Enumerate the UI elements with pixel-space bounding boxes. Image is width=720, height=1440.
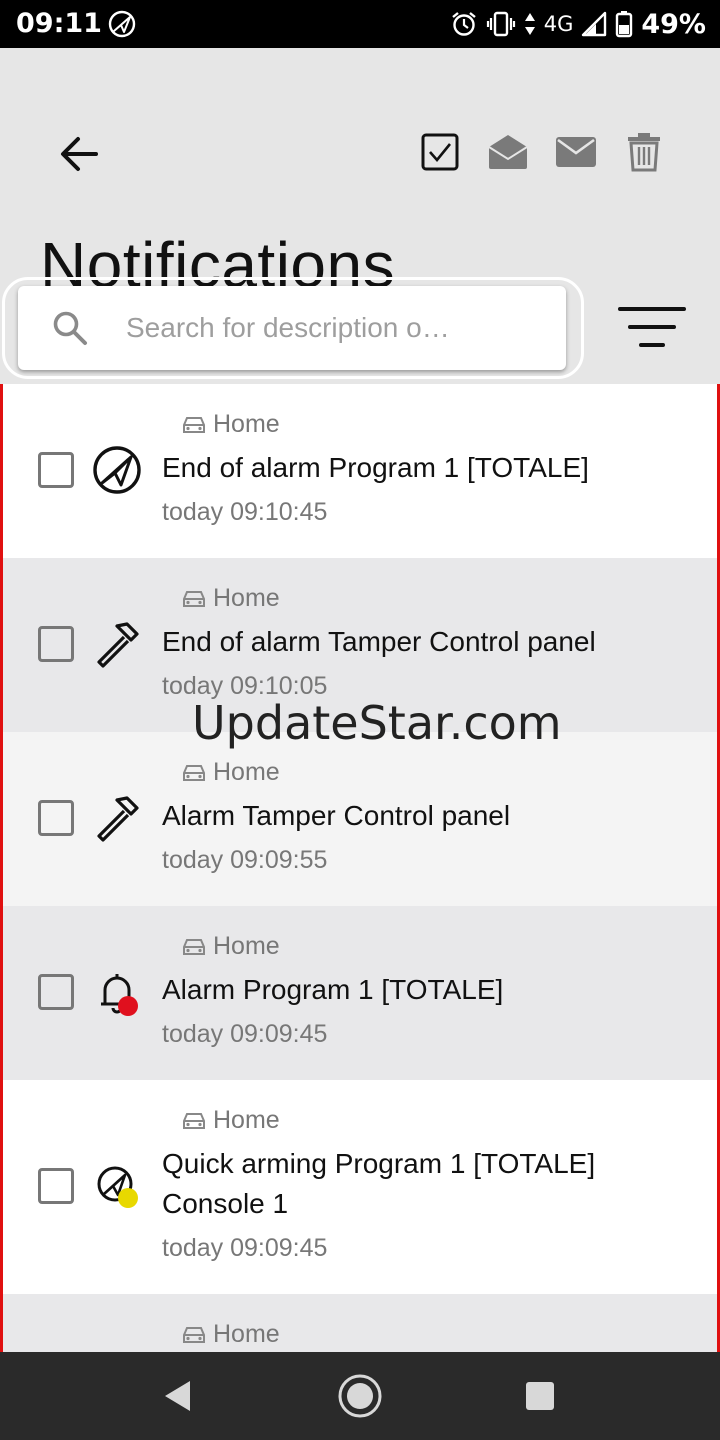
item-group: Home	[181, 932, 280, 961]
network-type: 4G	[543, 12, 574, 36]
bell-icon	[101, 974, 138, 1016]
program-arm-icon	[97, 1166, 138, 1208]
car-icon	[183, 1112, 205, 1129]
hammer-icon	[97, 796, 139, 842]
item-title: End of alarm Program 1 [TOTALE]	[162, 452, 589, 483]
group-label: Home	[213, 758, 280, 786]
item-checkbox[interactable]	[38, 974, 74, 1010]
triangle-back-icon	[165, 1381, 190, 1411]
arming-badge	[118, 1188, 138, 1208]
item-group: Home	[181, 1320, 280, 1349]
filter-icon	[618, 307, 686, 347]
system-nav-bar	[0, 1352, 720, 1440]
select-all-button[interactable]	[416, 126, 464, 178]
group-label: Home	[213, 932, 280, 960]
item-checkbox[interactable]	[38, 452, 74, 488]
alarm-clock-icon	[451, 12, 476, 36]
signal-icon	[582, 11, 607, 37]
item-group: Home	[181, 758, 280, 787]
mark-unread-button[interactable]	[552, 126, 600, 178]
item-title: End of alarm Tamper Control panel	[162, 626, 596, 657]
item-checkbox[interactable]	[38, 1168, 74, 1204]
search-bar[interactable]	[18, 286, 566, 370]
nav-back-button[interactable]	[152, 1372, 204, 1420]
circle-home-icon	[338, 1374, 382, 1418]
item-time: today 09:09:55	[162, 846, 328, 874]
check-all-icon	[421, 133, 459, 171]
group-label: Home	[213, 584, 280, 612]
item-time: today 09:10:45	[162, 498, 328, 526]
search-input[interactable]	[126, 306, 546, 350]
search-icon	[53, 311, 87, 345]
car-icon	[183, 764, 205, 781]
item-time: today 09:09:45	[162, 1234, 328, 1262]
back-button[interactable]	[56, 132, 104, 176]
item-group: Home	[181, 410, 280, 439]
notification-list[interactable]: Home End of alarm Program 1 [TOTALE] tod…	[0, 384, 720, 1352]
list-item[interactable]: Home Alarm Tamper Control panel today 09…	[3, 732, 717, 906]
item-time: today 09:09:45	[162, 1020, 328, 1048]
list-item[interactable]: Home Quick arming Program 1 [TOTALE] Con…	[3, 1080, 717, 1294]
delete-button[interactable]	[620, 126, 668, 178]
program-disarm-icon	[93, 446, 141, 494]
item-title: Quick arming Program 1 [TOTALE] Console …	[162, 1148, 596, 1219]
car-icon	[183, 1326, 205, 1343]
item-checkbox[interactable]	[38, 626, 74, 662]
item-group: Home	[181, 1106, 280, 1135]
car-icon	[183, 938, 205, 955]
item-checkbox[interactable]	[38, 800, 74, 836]
list-item[interactable]: Home End of alarm Tamper Control panel t…	[3, 558, 717, 732]
group-label: Home	[213, 410, 280, 438]
mark-unread-icon	[556, 137, 596, 167]
filter-button[interactable]	[616, 300, 688, 356]
trash-icon	[628, 133, 660, 172]
mark-read-icon	[488, 135, 528, 169]
mark-read-button[interactable]	[484, 126, 532, 178]
list-item[interactable]: Home	[3, 1294, 717, 1352]
list-item[interactable]: Home End of alarm Program 1 [TOTALE] tod…	[3, 384, 717, 558]
arrow-left-icon	[61, 137, 98, 171]
item-time: today 09:10:05	[162, 672, 328, 700]
battery-level: 49%	[641, 8, 706, 40]
data-arrows-icon	[524, 13, 535, 35]
car-icon	[183, 416, 205, 433]
vibrate-icon	[486, 11, 515, 37]
list-item[interactable]: Home Alarm Program 1 [TOTALE] today 09:0…	[3, 906, 717, 1080]
square-recents-icon	[526, 1382, 554, 1410]
app-notification-icon	[108, 10, 136, 38]
group-label: Home	[213, 1320, 280, 1348]
hammer-icon	[97, 622, 139, 668]
item-title: Alarm Program 1 [TOTALE]	[162, 974, 504, 1005]
alarm-badge	[118, 996, 138, 1016]
status-bar: 09:11 4G 49%	[0, 0, 720, 48]
group-label: Home	[213, 1106, 280, 1134]
status-time: 09:11	[16, 8, 102, 39]
battery-icon	[616, 11, 633, 38]
nav-home-button[interactable]	[334, 1372, 386, 1420]
item-group: Home	[181, 584, 280, 613]
item-title: Alarm Tamper Control panel	[162, 800, 511, 831]
car-icon	[183, 590, 205, 607]
nav-recents-button[interactable]	[514, 1372, 566, 1420]
